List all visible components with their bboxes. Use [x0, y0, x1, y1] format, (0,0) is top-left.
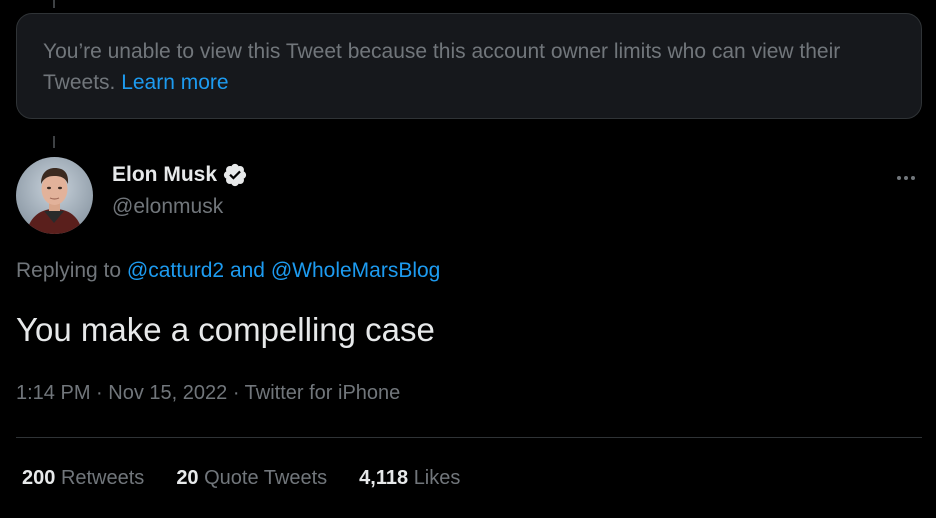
dot-icon	[904, 176, 908, 180]
retweets-stat[interactable]: 200 Retweets	[22, 467, 144, 490]
mention-catturd2[interactable]: @catturd2	[127, 259, 224, 282]
tweet-metadata: 1:14 PM · Nov 15, 2022 · Twitter for iPh…	[16, 382, 400, 405]
retweets-count: 200	[22, 467, 56, 489]
thread-connector-top	[53, 0, 55, 8]
tweet-source[interactable]: Twitter for iPhone	[245, 382, 401, 404]
retweets-label: Retweets	[60, 467, 145, 489]
learn-more-link[interactable]: Learn more	[121, 71, 228, 94]
avatar-image	[16, 157, 93, 234]
separator: ·	[232, 382, 245, 404]
author-name-row[interactable]: Elon Musk	[112, 162, 248, 188]
replying-to: Replying to @catturd2 and @WholeMarsBlog	[16, 259, 440, 283]
quotes-count: 20	[176, 467, 199, 489]
mention-and: and	[224, 259, 271, 282]
dot-icon	[897, 176, 901, 180]
restricted-tweet-notice: You’re unable to view this Tweet because…	[16, 13, 922, 119]
author-name[interactable]: Elon Musk	[112, 163, 217, 187]
tweet-text: You make a compelling case	[16, 311, 435, 348]
more-options-icon[interactable]	[888, 168, 924, 188]
dot-icon	[911, 176, 915, 180]
likes-stat[interactable]: 4,118 Likes	[359, 467, 460, 490]
quote-tweets-stat[interactable]: 20 Quote Tweets	[176, 467, 327, 490]
avatar[interactable]	[16, 157, 93, 234]
separator: ·	[96, 382, 109, 404]
likes-label: Likes	[413, 467, 461, 489]
mention-wholemarsblog[interactable]: @WholeMarsBlog	[271, 259, 441, 282]
quotes-label: Quote Tweets	[204, 467, 328, 489]
tweet-stats: 200 Retweets 20 Quote Tweets 4,118 Likes	[22, 467, 492, 490]
thread-connector-middle	[53, 136, 55, 148]
verified-badge-icon	[223, 163, 247, 187]
likes-count: 4,118	[359, 467, 409, 489]
divider	[16, 437, 922, 438]
tweet-date[interactable]: Nov 15, 2022	[108, 382, 227, 404]
author-handle[interactable]: @elonmusk	[112, 195, 223, 219]
tweet-time[interactable]: 1:14 PM	[16, 382, 90, 404]
replying-prefix: Replying to	[16, 259, 127, 282]
